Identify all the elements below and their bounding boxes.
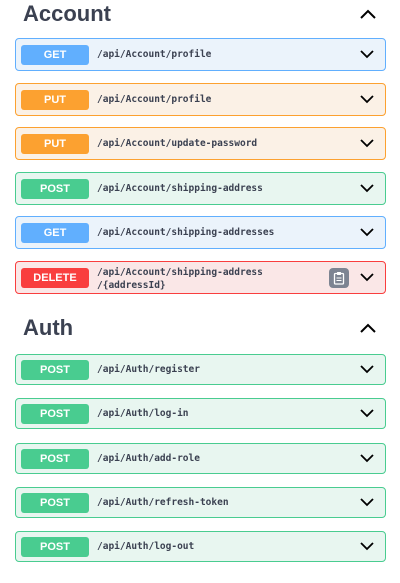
chevron-down-icon[interactable] — [358, 180, 376, 198]
method-badge: DELETE — [21, 267, 89, 288]
section-header-account[interactable]: Account — [23, 0, 380, 31]
method-badge: POST — [21, 536, 89, 557]
chevron-down-icon[interactable] — [358, 450, 376, 468]
operation-get-account-shipping-addresses[interactable]: GET /api/Account/shipping-addresses — [15, 216, 386, 249]
method-badge: PUT — [21, 133, 89, 154]
method-badge: GET — [21, 222, 89, 243]
operation-path: /api/Account/shipping-address — [97, 183, 263, 194]
operation-path: /api/Account/profile — [97, 94, 212, 105]
method-badge: POST — [21, 448, 89, 469]
chevron-down-icon[interactable] — [358, 224, 376, 242]
operation-get-account-profile[interactable]: GET /api/Account/profile — [15, 38, 386, 71]
method-badge: POST — [21, 359, 89, 380]
operation-post-auth-refresh-token[interactable]: POST /api/Auth/refresh-token — [15, 487, 386, 518]
operation-path: /api/Auth/refresh-token — [97, 497, 229, 508]
operation-delete-account-shipping-address[interactable]: DELETE /api/Account/shipping-address /{a… — [15, 261, 386, 294]
section-title: Account — [23, 1, 111, 26]
chevron-down-icon[interactable] — [358, 361, 376, 379]
operation-path: /api/Auth/register — [97, 364, 200, 375]
method-badge: POST — [21, 403, 89, 424]
operation-path: /api/Account/update-password — [97, 138, 258, 149]
operation-put-account-profile[interactable]: PUT /api/Account/profile — [15, 83, 386, 116]
method-badge: GET — [21, 44, 89, 65]
method-badge: POST — [21, 492, 89, 513]
chevron-down-icon[interactable] — [358, 46, 376, 64]
operation-post-auth-log-in[interactable]: POST /api/Auth/log-in — [15, 398, 386, 429]
chevron-down-icon[interactable] — [358, 538, 376, 556]
chevron-down-icon[interactable] — [358, 494, 376, 512]
chevron-down-icon[interactable] — [358, 135, 376, 153]
operation-path: /api/Auth/log-out — [97, 541, 195, 552]
copy-icon[interactable] — [329, 267, 349, 288]
operation-path: /api/Account/shipping-addresses — [97, 227, 275, 238]
operation-path-line2: /{addressId} — [97, 280, 166, 291]
method-badge: PUT — [21, 89, 89, 110]
operation-put-account-update-password[interactable]: PUT /api/Account/update-password — [15, 127, 386, 160]
operation-post-account-shipping-address[interactable]: POST /api/Account/shipping-address — [15, 172, 386, 205]
operation-path: /api/Auth/log-in — [97, 408, 189, 419]
operation-path: /api/Account/profile — [97, 49, 212, 60]
chevron-up-icon[interactable] — [356, 2, 380, 26]
operation-path-line1: /api/Account/shipping-address — [97, 267, 263, 278]
operation-post-auth-add-role[interactable]: POST /api/Auth/add-role — [15, 443, 386, 474]
chevron-down-icon[interactable] — [358, 405, 376, 423]
operation-post-auth-log-out[interactable]: POST /api/Auth/log-out — [15, 531, 386, 562]
chevron-up-icon[interactable] — [356, 316, 380, 340]
chevron-down-icon[interactable] — [358, 269, 376, 287]
operation-path: /api/Auth/add-role — [97, 453, 200, 464]
method-badge: POST — [21, 178, 89, 199]
chevron-down-icon[interactable] — [358, 91, 376, 109]
section-header-auth[interactable]: Auth — [23, 311, 380, 345]
section-title: Auth — [23, 315, 74, 340]
operation-post-auth-register[interactable]: POST /api/Auth/register — [15, 354, 386, 385]
operation-path: /api/Account/shipping-address /{addressI… — [97, 266, 263, 292]
